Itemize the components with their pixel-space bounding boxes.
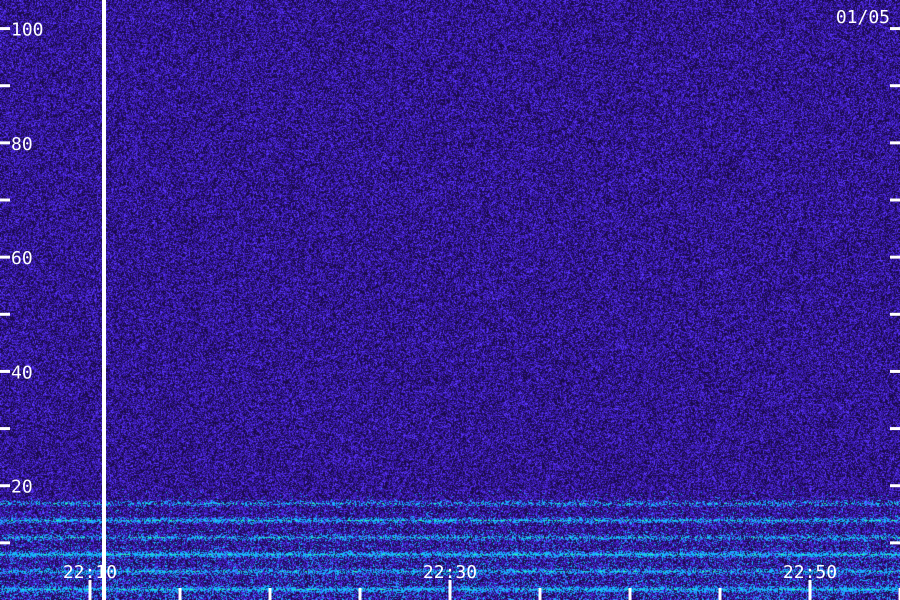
y-tick-label: 20 [11, 477, 33, 498]
y-tick-label: 100 [11, 20, 44, 41]
y-tick-label: 60 [11, 248, 33, 269]
x-axis-ticks [88, 580, 900, 600]
date-label: 01/05 [836, 7, 890, 28]
y-axis-ticks [0, 27, 900, 545]
y-tick-label: 80 [11, 134, 33, 155]
x-tick-label: 22:10 [63, 562, 117, 583]
x-tick-label: 22:50 [783, 562, 837, 583]
y-tick-label: 40 [11, 362, 33, 383]
y-axis-labels: 20 40 60 80 100 [11, 20, 44, 498]
x-axis-labels: 22:10 22:30 22:50 [63, 562, 837, 583]
spectrogram-overlay: 20 40 60 80 100 22:10 22:30 22:50 01/05 [0, 0, 900, 600]
x-tick-label: 22:30 [423, 562, 477, 583]
spectrogram-chart: 20 40 60 80 100 22:10 22:30 22:50 01/05 [0, 0, 900, 600]
